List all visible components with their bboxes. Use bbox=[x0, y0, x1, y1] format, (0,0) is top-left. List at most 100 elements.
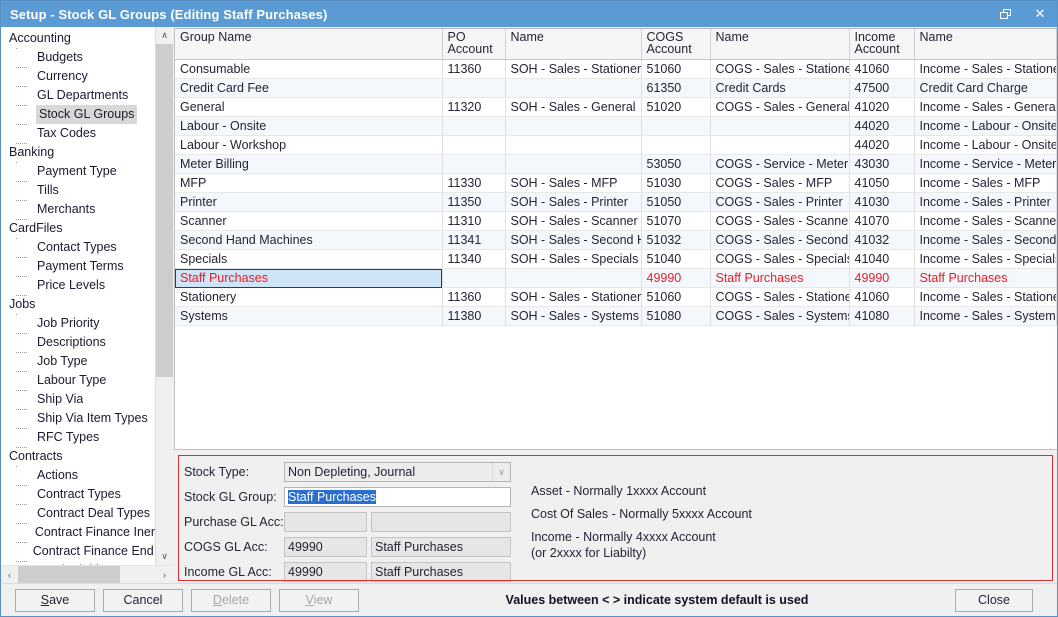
sidebar-item-label: Currency bbox=[37, 67, 88, 86]
sidebar-item-label: Contracts bbox=[9, 447, 63, 466]
sidebar-item-rfc-types[interactable]: RFC Types bbox=[1, 428, 155, 447]
stock-gl-groups-grid[interactable]: Group NamePO AccountNameCOGSAccountNameI… bbox=[175, 29, 1057, 326]
sidebar-item-job-priority[interactable]: Job Priority bbox=[1, 314, 155, 333]
footer-bar: Save Cancel Delete View Values between <… bbox=[1, 583, 1057, 616]
hint-income-line1: Income - Normally 4xxxx Account bbox=[531, 529, 752, 545]
table-row[interactable]: Specials11340SOH - Sales - Specials51040… bbox=[175, 250, 1057, 269]
delete-label-rest: elete bbox=[222, 593, 249, 607]
tree-vscroll-track[interactable] bbox=[156, 44, 173, 548]
grid-column-header[interactable]: Group Name bbox=[175, 29, 442, 60]
table-row[interactable]: Printer11350SOH - Sales - Printer51050CO… bbox=[175, 193, 1057, 212]
cell-cogs-account bbox=[641, 136, 710, 155]
cell-cogs-name: COGS - Sales - General bbox=[710, 98, 849, 117]
table-row[interactable]: Meter Billing53050COGS - Service - Meter… bbox=[175, 155, 1057, 174]
sidebar-item-contract-deal-types[interactable]: Contract Deal Types bbox=[1, 504, 155, 523]
cell-cogs-name bbox=[710, 117, 849, 136]
grid-column-header[interactable]: Name bbox=[505, 29, 641, 60]
stock-type-label: Stock Type: bbox=[184, 465, 284, 479]
close-dialog-button[interactable]: Close bbox=[955, 589, 1033, 612]
scroll-up-icon[interactable]: ∧ bbox=[156, 27, 173, 44]
sidebar-item-stock-yield-types[interactable]: Stock Yield Types bbox=[1, 561, 155, 565]
purchase-gl-acc-name-input[interactable] bbox=[371, 512, 511, 532]
table-row[interactable]: Second Hand Machines11341SOH - Sales - S… bbox=[175, 231, 1057, 250]
sidebar-item-payment-terms[interactable]: Payment Terms bbox=[1, 257, 155, 276]
sidebar-item-ship-via-item-types[interactable]: Ship Via Item Types bbox=[1, 409, 155, 428]
sidebar-item-contact-types[interactable]: Contact Types bbox=[1, 238, 155, 257]
grid-header-row[interactable]: Group NamePO AccountNameCOGSAccountNameI… bbox=[175, 29, 1057, 60]
sidebar-item-stock-gl-groups[interactable]: Stock GL Groups bbox=[1, 105, 155, 124]
income-gl-acc-code-input[interactable]: 49990 bbox=[284, 562, 367, 582]
sidebar-item-contract-finance-end-of-te[interactable]: Contract Finance End of Te bbox=[1, 542, 155, 561]
sidebar-item-price-levels[interactable]: Price Levels bbox=[1, 276, 155, 295]
income-gl-acc-row: Income GL Acc: 49990 Staff Purchases bbox=[184, 562, 511, 582]
sidebar-item-cardfiles[interactable]: CardFiles bbox=[1, 219, 155, 238]
table-row[interactable]: Labour - Workshop44020Income - Labour - … bbox=[175, 136, 1057, 155]
sidebar-item-descriptions[interactable]: Descriptions bbox=[1, 333, 155, 352]
cell-income-account: 47500 bbox=[849, 79, 914, 98]
sidebar-item-tills[interactable]: Tills bbox=[1, 181, 155, 200]
grid-column-header[interactable]: IncomeAccount bbox=[849, 29, 914, 60]
save-button[interactable]: Save bbox=[15, 589, 95, 612]
grid-column-header[interactable]: COGSAccount bbox=[641, 29, 710, 60]
tree-horizontal-scrollbar[interactable]: ‹ › bbox=[1, 565, 173, 583]
sidebar-item-payment-type[interactable]: Payment Type bbox=[1, 162, 155, 181]
cell-cogs-name bbox=[710, 136, 849, 155]
tree-hscroll-track[interactable] bbox=[18, 566, 156, 583]
sidebar-item-label: Job Type bbox=[37, 352, 88, 371]
sidebar-item-merchants[interactable]: Merchants bbox=[1, 200, 155, 219]
sidebar-item-jobs[interactable]: Jobs bbox=[1, 295, 155, 314]
grid-column-header[interactable]: Name bbox=[710, 29, 849, 60]
cell-po-name: SOH - Sales - Second Hand bbox=[505, 231, 641, 250]
sidebar-item-budgets[interactable]: Budgets bbox=[1, 48, 155, 67]
cogs-gl-acc-name-input[interactable]: Staff Purchases bbox=[371, 537, 511, 557]
sidebar-item-job-type[interactable]: Job Type bbox=[1, 352, 155, 371]
grid-column-header[interactable]: Name bbox=[914, 29, 1057, 60]
restore-button[interactable] bbox=[989, 1, 1023, 27]
sidebar-item-contract-finance-inertia[interactable]: Contract Finance Inertia bbox=[1, 523, 155, 542]
stock-type-select[interactable]: Non Depleting, Journal ∨ bbox=[284, 462, 511, 482]
stock-gl-groups-grid-container[interactable]: Group NamePO AccountNameCOGSAccountNameI… bbox=[174, 28, 1057, 450]
purchase-gl-acc-code-input[interactable] bbox=[284, 512, 367, 532]
tree-vertical-scrollbar[interactable]: ∧ ∨ bbox=[155, 27, 173, 565]
table-row[interactable]: Scanner11310SOH - Sales - Scanner51070CO… bbox=[175, 212, 1057, 231]
sidebar-item-contracts[interactable]: Contracts bbox=[1, 447, 155, 466]
cell-group-name: Staff Purchases bbox=[175, 269, 442, 288]
cell-cogs-account: 51060 bbox=[641, 60, 710, 79]
table-row[interactable]: Consumable11360SOH - Sales - Stationery5… bbox=[175, 60, 1057, 79]
table-row[interactable]: General11320SOH - Sales - General51020CO… bbox=[175, 98, 1057, 117]
grid-body[interactable]: Consumable11360SOH - Sales - Stationery5… bbox=[175, 60, 1057, 326]
scroll-down-icon[interactable]: ∨ bbox=[156, 548, 173, 565]
sidebar-item-tax-codes[interactable]: Tax Codes bbox=[1, 124, 155, 143]
sidebar-item-labour-type[interactable]: Labour Type bbox=[1, 371, 155, 390]
sidebar-item-accounting[interactable]: Accounting bbox=[1, 29, 155, 48]
cell-income-account: 43030 bbox=[849, 155, 914, 174]
table-row[interactable]: Staff Purchases49990Staff Purchases49990… bbox=[175, 269, 1057, 288]
table-row[interactable]: Stationery11360SOH - Sales - Stationery5… bbox=[175, 288, 1057, 307]
scroll-right-icon[interactable]: › bbox=[156, 566, 173, 583]
stock-gl-group-input[interactable]: Staff Purchases bbox=[284, 487, 511, 507]
table-row[interactable]: MFP11330SOH - Sales - MFP51030COGS - Sal… bbox=[175, 174, 1057, 193]
chevron-down-icon[interactable]: ∨ bbox=[492, 463, 510, 481]
income-gl-acc-name-input[interactable]: Staff Purchases bbox=[371, 562, 511, 582]
cell-income-account: 41060 bbox=[849, 288, 914, 307]
sidebar-item-gl-departments[interactable]: GL Departments bbox=[1, 86, 155, 105]
tree-vscroll-thumb[interactable] bbox=[156, 44, 173, 377]
scroll-left-icon[interactable]: ‹ bbox=[1, 566, 18, 583]
cell-po-account bbox=[442, 269, 505, 288]
close-button[interactable]: ✕ bbox=[1023, 1, 1057, 27]
cell-po-account bbox=[442, 136, 505, 155]
cogs-gl-acc-code-input[interactable]: 49990 bbox=[284, 537, 367, 557]
sidebar-item-banking[interactable]: Banking bbox=[1, 143, 155, 162]
navigation-tree[interactable]: AccountingBudgetsCurrencyGL DepartmentsS… bbox=[1, 27, 155, 565]
table-row[interactable]: Systems11380SOH - Sales - Systems51080CO… bbox=[175, 307, 1057, 326]
tree-hscroll-thumb[interactable] bbox=[18, 566, 120, 583]
grid-column-header[interactable]: PO Account bbox=[442, 29, 505, 60]
table-row[interactable]: Credit Card Fee61350Credit Cards47500Cre… bbox=[175, 79, 1057, 98]
table-row[interactable]: Labour - Onsite44020Income - Labour - On… bbox=[175, 117, 1057, 136]
sidebar-item-ship-via[interactable]: Ship Via bbox=[1, 390, 155, 409]
cancel-button[interactable]: Cancel bbox=[103, 589, 183, 612]
sidebar-item-actions[interactable]: Actions bbox=[1, 466, 155, 485]
stock-type-row: Stock Type: Non Depleting, Journal ∨ bbox=[184, 462, 511, 482]
sidebar-item-currency[interactable]: Currency bbox=[1, 67, 155, 86]
sidebar-item-contract-types[interactable]: Contract Types bbox=[1, 485, 155, 504]
